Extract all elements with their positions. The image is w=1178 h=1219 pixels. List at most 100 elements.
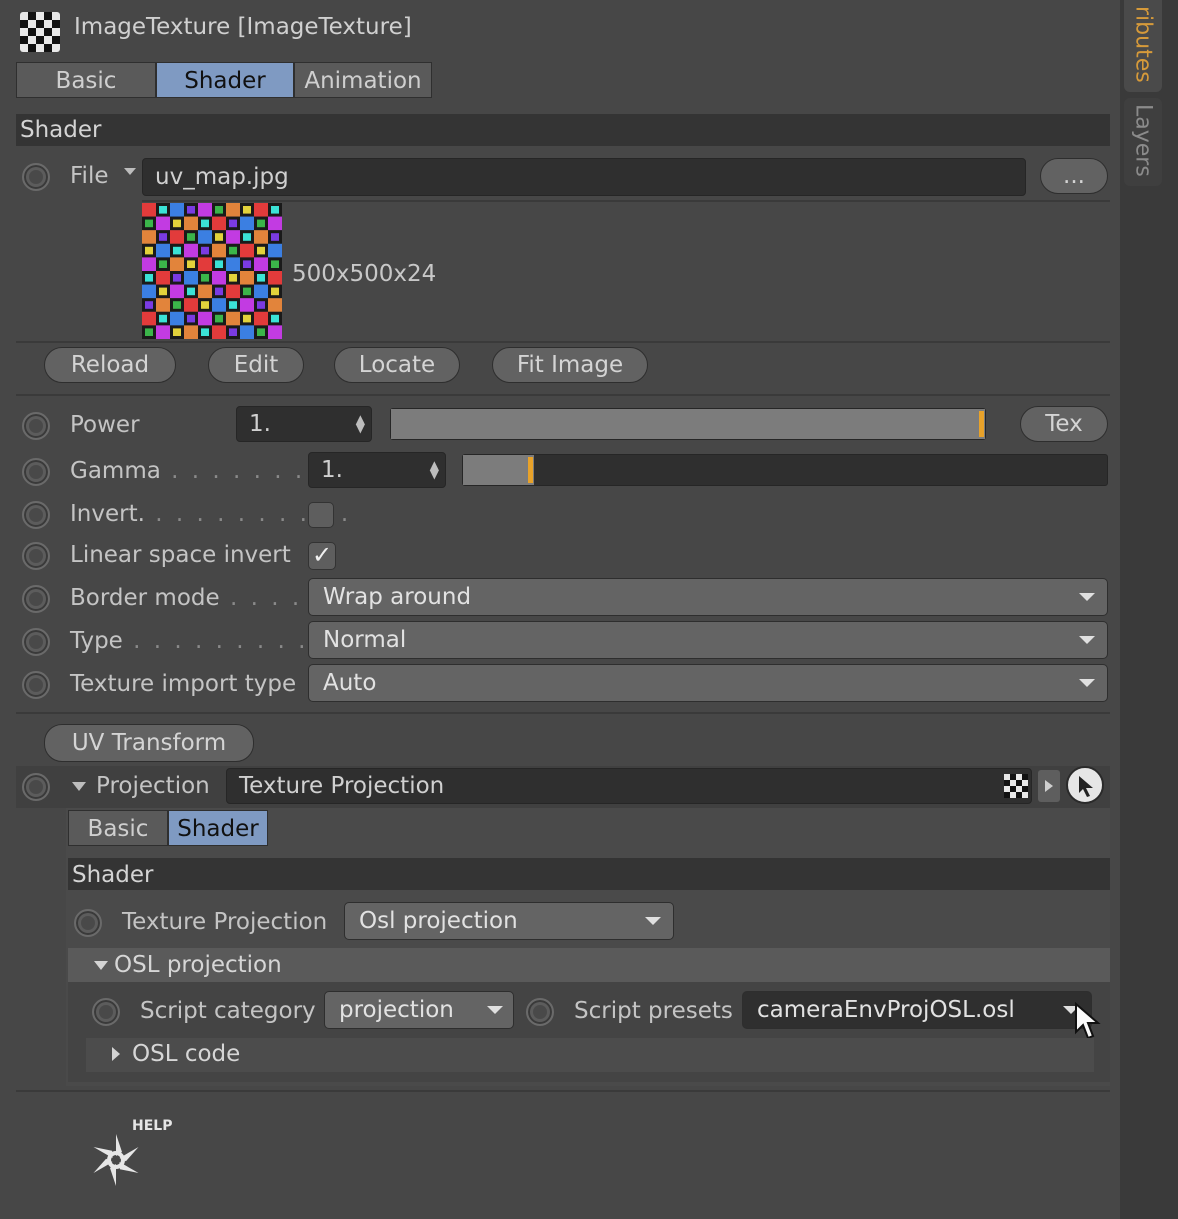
linear-space-invert-animate-radio[interactable] (22, 542, 50, 570)
osl-code-group-header[interactable]: OSL code (86, 1038, 1094, 1072)
file-path-input[interactable]: uv_map.jpg (142, 158, 1026, 196)
pick-cursor-button[interactable] (1066, 766, 1104, 804)
border-mode-dropdown[interactable]: Wrap around (308, 578, 1108, 616)
chevron-down-icon (1079, 636, 1095, 644)
spinner-arrows-icon[interactable]: ▲ ▼ (356, 413, 365, 434)
thumbnail-cell-inner (215, 314, 223, 323)
projection-value: Texture Projection (239, 772, 445, 799)
divider (16, 341, 1110, 343)
help-button[interactable]: HELP (84, 1116, 184, 1196)
thumbnail-cell (170, 311, 184, 326)
power-animate-radio[interactable] (22, 412, 50, 440)
edit-button[interactable]: Edit (208, 347, 304, 383)
projection-animate-radio[interactable] (22, 773, 50, 801)
spinner-arrows-icon[interactable]: ▲ ▼ (430, 459, 439, 480)
fit-image-button[interactable]: Fit Image (492, 347, 648, 383)
texture-projection-dropdown[interactable]: Osl projection (344, 902, 674, 940)
thumbnail-cell (240, 298, 254, 312)
thumbnail-cell-inner (271, 287, 279, 296)
tab-basic[interactable]: Basic (16, 62, 156, 98)
script-presets-dropdown[interactable]: cameraEnvProjOSL.osl (742, 991, 1092, 1029)
script-presets-animate-radio[interactable] (526, 998, 554, 1026)
divider (16, 712, 1110, 714)
thumbnail-cell (142, 311, 156, 326)
type-animate-radio[interactable] (22, 628, 50, 656)
collapse-arrow-icon[interactable] (72, 782, 86, 791)
sub-tab-basic[interactable]: Basic (68, 810, 168, 846)
thumbnail-cell (212, 243, 226, 258)
thumbnail-cell-inner (243, 233, 251, 241)
thumbnail-cell (212, 271, 226, 285)
thumbnail-cell (240, 216, 254, 231)
power-slider[interactable] (390, 408, 986, 440)
power-value: 1. (249, 410, 271, 437)
thumbnail-cell-inner (187, 287, 195, 296)
thumbnail-cell-inner (229, 301, 237, 309)
side-tab-layers[interactable]: Layers (1124, 98, 1162, 186)
file-browse-button[interactable]: ... (1040, 158, 1108, 194)
tex-button[interactable]: Tex (1020, 406, 1108, 442)
file-animate-radio[interactable] (22, 163, 50, 191)
gamma-animate-radio[interactable] (22, 458, 50, 486)
script-category-animate-radio[interactable] (92, 998, 120, 1026)
power-value-input[interactable]: 1. ▲ ▼ (236, 406, 372, 442)
side-tab-attributes[interactable]: ributes (1124, 0, 1162, 92)
thumbnail-cell (268, 216, 282, 231)
chevron-down-icon (645, 917, 661, 925)
file-menu-arrow-icon[interactable] (124, 168, 136, 175)
border-mode-label: Border mode . . . . . (70, 585, 323, 611)
texture-import-type-animate-radio[interactable] (22, 671, 50, 699)
script-category-dropdown[interactable]: projection (324, 991, 514, 1029)
invert-animate-radio[interactable] (22, 501, 50, 529)
thumbnail-cell-inner (271, 314, 279, 323)
sub-tab-shader[interactable]: Shader (168, 810, 268, 846)
chevron-down-icon (1079, 679, 1095, 687)
texture-projection-animate-radio[interactable] (74, 909, 102, 937)
reload-button[interactable]: Reload (44, 347, 176, 383)
thumbnail-cell-inner (187, 206, 195, 214)
gamma-slider[interactable] (462, 454, 1108, 486)
thumbnail-cell-inner (145, 328, 153, 336)
projection-link-field[interactable]: Texture Projection (226, 768, 1032, 804)
thumbnail-cell (268, 298, 282, 312)
type-dropdown[interactable]: Normal (308, 621, 1108, 659)
thumbnail-cell-inner (173, 301, 181, 309)
gamma-value: 1. (321, 456, 343, 483)
gamma-value-input[interactable]: 1. ▲ ▼ (308, 452, 446, 488)
type-label: Type . . . . . . . . . . (70, 628, 330, 654)
power-slider-handle[interactable] (979, 411, 984, 437)
tab-shader[interactable]: Shader (156, 62, 294, 98)
thumbnail-cell-inner (229, 219, 237, 228)
border-mode-animate-radio[interactable] (22, 585, 50, 613)
tab-animation[interactable]: Animation (294, 62, 432, 98)
invert-checkbox[interactable] (308, 502, 334, 528)
sub-tabbar: Basic Shader (68, 810, 268, 846)
linear-space-invert-checkbox[interactable]: ✓ (308, 542, 336, 570)
thumbnail-cell-inner (243, 287, 251, 296)
texture-import-type-value: Auto (323, 670, 377, 696)
thumbnail-cell-inner (201, 246, 209, 255)
uv-transform-button[interactable]: UV Transform (44, 724, 254, 762)
thumbnail-cell (268, 325, 282, 339)
thumbnail-cell-inner (271, 260, 279, 268)
type-value: Normal (323, 627, 407, 653)
thumbnail-cell (226, 284, 240, 299)
thumbnail-cell (170, 203, 184, 217)
osl-projection-group-header[interactable]: OSL projection (68, 948, 1110, 982)
mouse-pointer-icon (1075, 1002, 1101, 1040)
locate-button[interactable]: Locate (334, 347, 460, 383)
texture-import-type-dropdown[interactable]: Auto (308, 664, 1108, 702)
thumbnail-cell-inner (229, 328, 237, 336)
shader-section-header: Shader (16, 114, 1110, 146)
type-label-text: Type (70, 628, 123, 654)
gamma-slider-handle[interactable] (528, 457, 533, 483)
gamma-label-text: Gamma (70, 458, 161, 484)
image-texture-icon (20, 12, 60, 52)
projection-label: Projection (96, 773, 210, 799)
thumbnail-cell (184, 271, 198, 285)
thumbnail-cell-inner (201, 301, 209, 309)
thumbnail-cell (184, 325, 198, 339)
thumbnail-cell (170, 257, 184, 271)
expand-arrow-button[interactable] (1038, 770, 1060, 802)
thumbnail-cell-inner (257, 328, 265, 336)
